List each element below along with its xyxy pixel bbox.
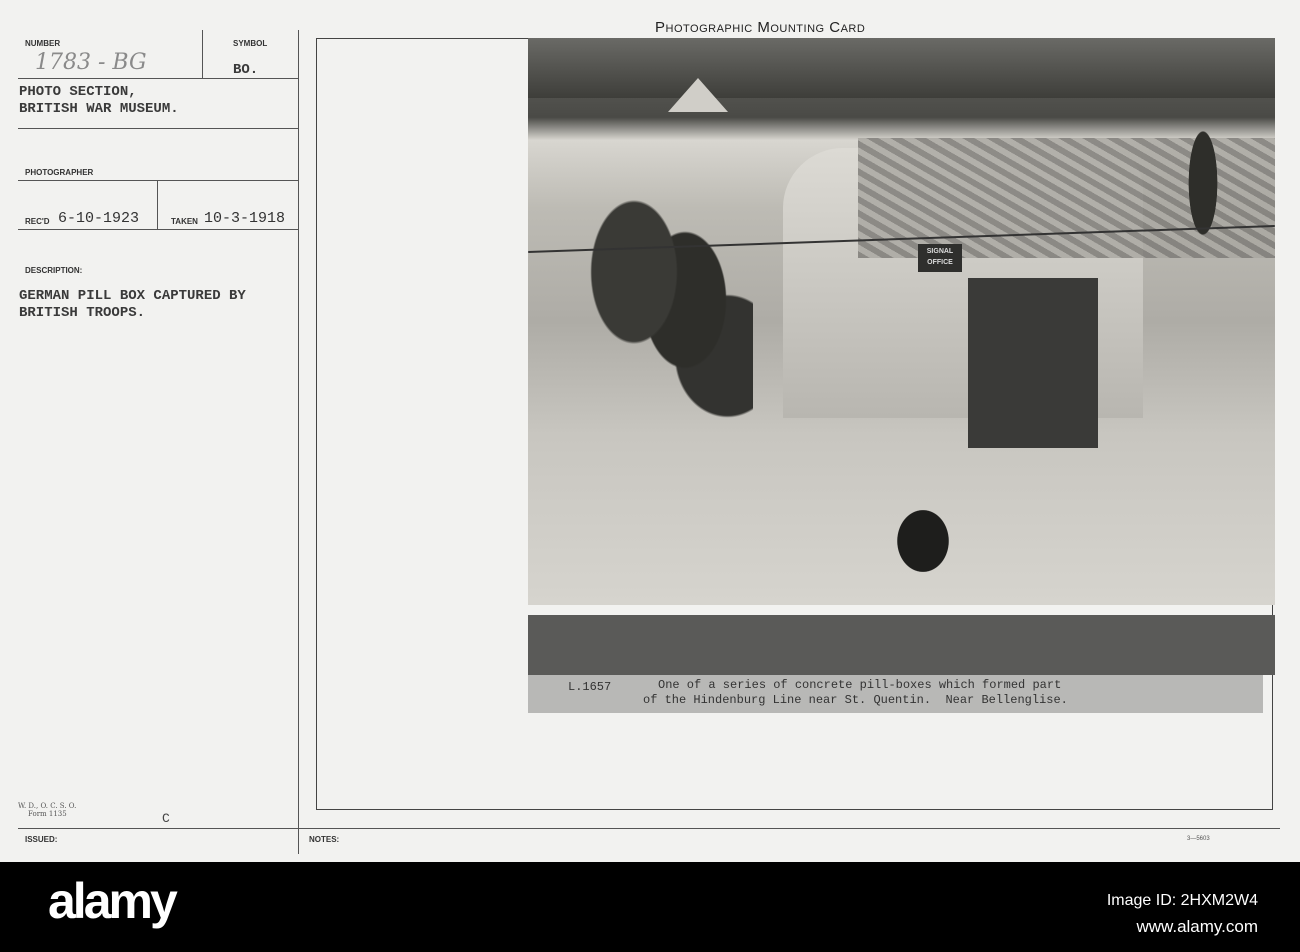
taken-label: TAKEN <box>171 217 198 226</box>
print-code: 3—5603 <box>1187 836 1210 842</box>
divider <box>157 180 158 229</box>
column-divider <box>298 30 299 854</box>
soldier-on-roof <box>1178 123 1228 273</box>
form-number-line-2: Form 1135 <box>28 810 67 818</box>
divider <box>18 180 298 181</box>
alamy-logo: alamy <box>48 873 178 929</box>
divider <box>18 229 298 230</box>
received-value: 6-10-1923 <box>58 210 140 227</box>
tent <box>668 78 728 112</box>
section-line-1: PHOTO SECTION, <box>19 84 137 100</box>
watermark-footer: alamy Image ID: 2HXM2W4 www.alamy.com <box>0 862 1300 952</box>
description-label: DESCRIPTION: <box>25 266 83 275</box>
caption-line-2: of the Hindenburg Line near St. Quentin.… <box>643 693 1068 707</box>
bottom-divider <box>18 828 1280 829</box>
symbol-value: BO. <box>233 62 259 78</box>
signal-office-sign: SIGNAL OFFICE <box>918 244 962 272</box>
divider <box>18 78 298 79</box>
dog <box>883 493 963 573</box>
symbol-label: SYMBOL <box>233 39 268 48</box>
soldiers <box>583 188 753 468</box>
caption-id: L.1657 <box>568 680 612 694</box>
image-id: Image ID: 2HXM2W4 <box>1106 892 1258 909</box>
caption-line-1: One of a series of concrete pill-boxes w… <box>658 678 1062 692</box>
card-title: Photographic Mounting Card <box>655 19 866 36</box>
taken-value: 10-3-1918 <box>204 210 286 227</box>
form-number-line-1: W. D., O. C. S. O. <box>18 802 77 810</box>
description-line-2: BRITISH TROOPS. <box>19 305 146 321</box>
section-line-2: BRITISH WAR MUSEUM. <box>19 101 179 117</box>
notes-label: NOTES: <box>309 835 340 844</box>
pillbox-doorway <box>968 278 1098 448</box>
photo-caption: L.1657 One of a series of concrete pill-… <box>528 675 1263 713</box>
received-label: REC'D <box>25 217 50 226</box>
number-value: 1783 - BG <box>35 50 147 75</box>
description-line-1: GERMAN PILL BOX CAPTURED BY <box>19 288 246 304</box>
divider <box>202 30 203 78</box>
issued-label: ISSUED: <box>25 835 58 844</box>
caption-band <box>528 615 1275 675</box>
form-mark: C <box>162 811 170 826</box>
photograph: SIGNAL OFFICE <box>528 38 1275 605</box>
number-label: NUMBER <box>25 39 61 48</box>
alamy-url[interactable]: www.alamy.com <box>1136 917 1258 937</box>
field-background <box>528 38 1275 98</box>
photographer-label: PHOTOGRAPHER <box>25 168 94 177</box>
divider <box>18 128 298 129</box>
